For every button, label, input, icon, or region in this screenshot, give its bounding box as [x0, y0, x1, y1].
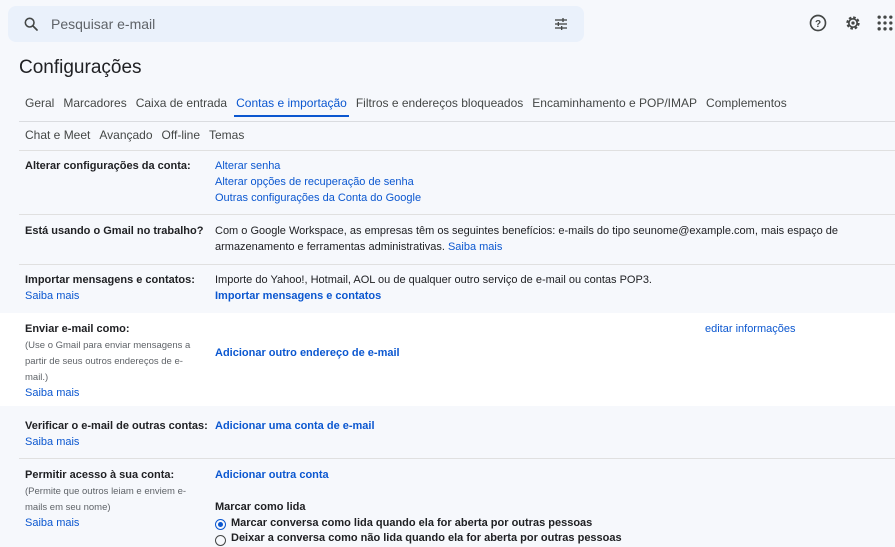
- tab-contas-e-importacao[interactable]: Contas e importação: [234, 96, 349, 117]
- search-bar[interactable]: Pesquisar e-mail: [8, 6, 584, 42]
- apps-icon[interactable]: [875, 13, 895, 33]
- leave-unread-radio[interactable]: [215, 535, 226, 546]
- divider: [19, 214, 895, 215]
- add-mail-account-link[interactable]: Adicionar uma conta de e-mail: [215, 420, 375, 432]
- settings-tabs-row1: Geral Marcadores Caixa de entrada Contas…: [25, 96, 796, 117]
- import-mail-contacts-link[interactable]: Importar mensagens e contatos: [215, 290, 381, 302]
- grant-learn-more-link[interactable]: Saiba mais: [25, 517, 79, 529]
- recovery-options-link[interactable]: Alterar opções de recuperação de senha: [215, 176, 414, 188]
- mark-read-option-label[interactable]: Marcar conversa como lida quando ela for…: [231, 517, 592, 529]
- add-another-account-link[interactable]: Adicionar outra conta: [215, 469, 329, 481]
- account-settings-label: Alterar configurações da conta:: [25, 160, 191, 172]
- gear-icon[interactable]: [843, 13, 863, 33]
- send-as-learn-more-link[interactable]: Saiba mais: [25, 387, 79, 399]
- leave-unread-option-label[interactable]: Deixar a conversa como não lida quando e…: [231, 532, 622, 544]
- tune-icon[interactable]: [553, 16, 569, 32]
- check-learn-more-link[interactable]: Saiba mais: [25, 436, 79, 448]
- workspace-text: Com o Google Workspace, as empresas têm …: [215, 225, 838, 253]
- divider: [19, 458, 895, 459]
- tab-caixa-de-entrada[interactable]: Caixa de entrada: [136, 96, 227, 116]
- tab-geral[interactable]: Geral: [25, 96, 54, 116]
- settings-tabs-row2: Chat e Meet Avançado Off-line Temas: [25, 128, 253, 148]
- tabs-divider: [19, 121, 895, 122]
- check-mail-label: Verificar o e-mail de outras contas:: [25, 420, 208, 432]
- top-bar: Pesquisar e-mail ?: [0, 0, 895, 48]
- tab-temas[interactable]: Temas: [209, 128, 244, 148]
- tab-avancado[interactable]: Avançado: [99, 128, 152, 148]
- divider: [19, 264, 895, 265]
- change-password-link[interactable]: Alterar senha: [215, 160, 280, 172]
- edit-info-link[interactable]: editar informações: [705, 323, 796, 335]
- send-as-description: (Use o Gmail para enviar mensagens a par…: [25, 340, 191, 383]
- grant-access-description: (Permite que outros leiam e enviem e-mai…: [25, 486, 187, 513]
- import-learn-more-link[interactable]: Saiba mais: [25, 290, 79, 302]
- mark-as-read-title: Marcar como lida: [215, 501, 306, 513]
- import-description: Importe do Yahoo!, Hotmail, AOL ou de qu…: [215, 274, 652, 286]
- tab-encaminhamento[interactable]: Encaminhamento e POP/IMAP: [532, 96, 697, 116]
- svg-text:?: ?: [815, 19, 821, 30]
- tab-complementos[interactable]: Complementos: [706, 96, 787, 116]
- divider: [19, 150, 895, 151]
- tab-filtros[interactable]: Filtros e endereços bloqueados: [356, 96, 523, 116]
- work-label: Está usando o Gmail no trabalho?: [25, 225, 204, 237]
- add-email-address-link[interactable]: Adicionar outro endereço de e-mail: [215, 347, 400, 359]
- grant-access-label: Permitir acesso à sua conta:: [25, 469, 175, 481]
- help-icon[interactable]: ?: [808, 13, 828, 33]
- work-learn-more-link[interactable]: Saiba mais: [448, 241, 502, 253]
- tab-chat-e-meet[interactable]: Chat e Meet: [25, 128, 90, 148]
- search-input[interactable]: Pesquisar e-mail: [51, 16, 155, 32]
- import-label: Importar mensagens e contatos:: [25, 274, 195, 286]
- search-icon[interactable]: [23, 16, 39, 32]
- tab-off-line[interactable]: Off-line: [162, 128, 200, 148]
- mark-read-radio[interactable]: [215, 519, 226, 530]
- google-account-settings-link[interactable]: Outras configurações da Conta do Google: [215, 192, 421, 204]
- send-as-label: Enviar e-mail como:: [25, 323, 130, 335]
- page-title: Configurações: [19, 57, 142, 78]
- workspace-description: Com o Google Workspace, as empresas têm …: [215, 223, 875, 255]
- tab-marcadores[interactable]: Marcadores: [63, 96, 126, 116]
